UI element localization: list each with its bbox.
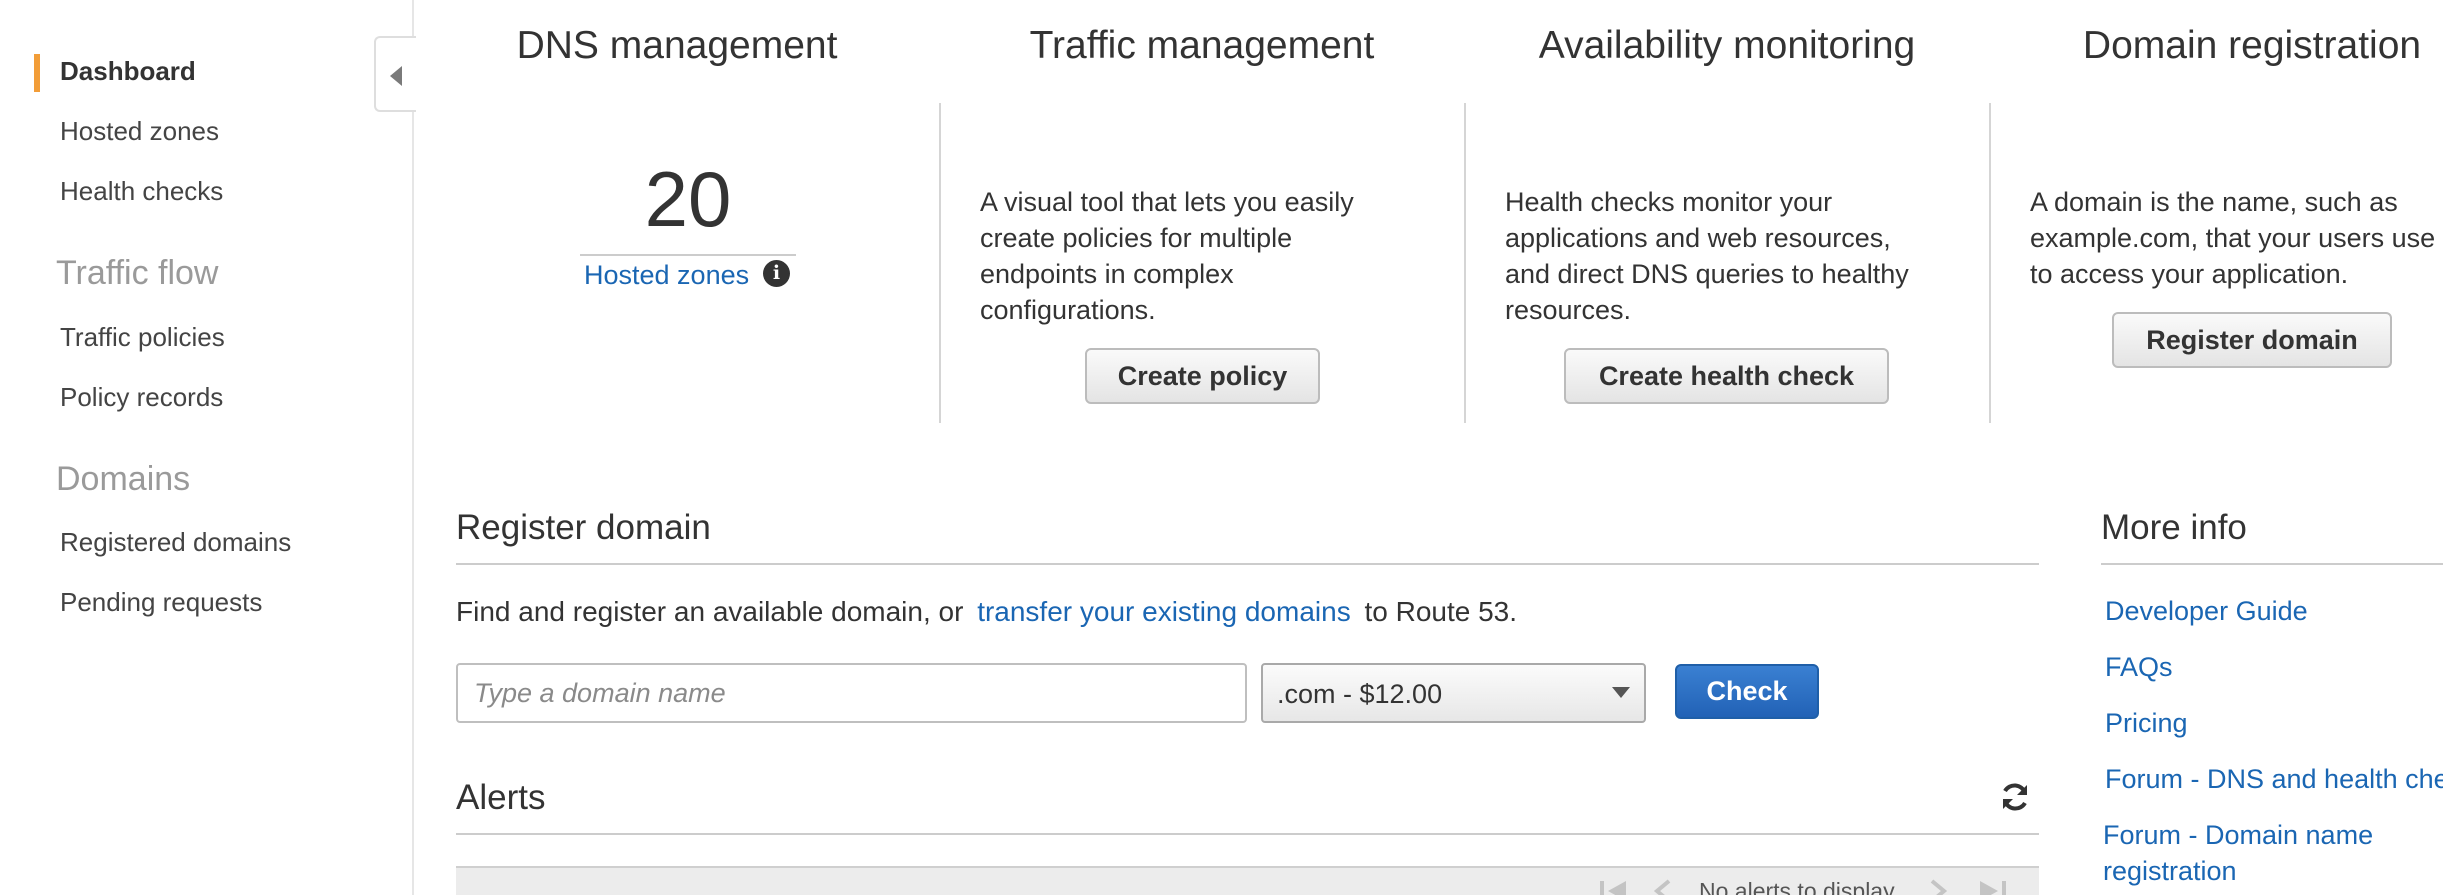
- section-divider: [2101, 563, 2443, 565]
- count-underline: [580, 254, 796, 256]
- card-divider: [1464, 103, 1466, 423]
- tld-select[interactable]: .com - $12.00: [1261, 663, 1646, 723]
- previous-page-icon[interactable]: [1651, 878, 1675, 895]
- register-domain-text: Find and register an available domain, o…: [456, 596, 1517, 628]
- register-text-before: Find and register an available domain, o…: [456, 596, 964, 627]
- sidebar-item-pending-requests[interactable]: Pending requests: [60, 587, 262, 618]
- sidebar-item-registered-domains[interactable]: Registered domains: [60, 527, 291, 558]
- availability-monitoring-description: Health checks monitor your applications …: [1505, 187, 1909, 325]
- card-title-availability-monitoring: Availability monitoring: [1538, 24, 1916, 67]
- chevron-left-icon: [390, 66, 402, 86]
- active-indicator: [34, 54, 40, 92]
- sidebar-item-traffic-policies[interactable]: Traffic policies: [60, 322, 225, 353]
- no-alerts-text: No alerts to display: [1699, 878, 1895, 895]
- card-divider: [1989, 103, 1991, 423]
- sidebar-item-health-checks[interactable]: Health checks: [60, 176, 223, 207]
- card-title-domain-registration: Domain registration: [2082, 24, 2422, 67]
- first-page-icon[interactable]: [1596, 878, 1630, 895]
- alerts-pager-bar: No alerts to display: [456, 866, 2039, 895]
- hosted-zones-count: 20: [644, 155, 732, 243]
- more-info-heading: More info: [2101, 508, 2247, 547]
- card-title-dns-management: DNS management: [516, 24, 838, 67]
- create-health-check-button[interactable]: Create health check: [1564, 348, 1889, 404]
- alerts-heading: Alerts: [456, 778, 546, 817]
- chevron-down-icon: [1612, 687, 1630, 698]
- hosted-zones-link[interactable]: Hosted zones: [584, 260, 749, 291]
- sidebar-item-hosted-zones[interactable]: Hosted zones: [60, 116, 219, 147]
- domain-registration-description: A domain is the name, such as example.co…: [2030, 187, 2436, 289]
- refresh-icon[interactable]: [1998, 780, 2032, 814]
- section-divider: [456, 833, 2039, 835]
- last-page-icon[interactable]: [1976, 878, 2010, 895]
- sidebar-item-policy-records[interactable]: Policy records: [60, 382, 223, 413]
- sidebar-item-dashboard[interactable]: Dashboard: [60, 56, 196, 87]
- register-text-after: to Route 53.: [1364, 596, 1518, 627]
- developer-guide-link[interactable]: Developer Guide: [2105, 593, 2308, 629]
- info-icon[interactable]: i: [763, 260, 790, 287]
- check-button[interactable]: Check: [1675, 664, 1819, 719]
- card-title-traffic-management: Traffic management: [1029, 24, 1375, 67]
- traffic-management-description: A visual tool that lets you easily creat…: [980, 187, 1354, 325]
- pricing-link[interactable]: Pricing: [2105, 705, 2188, 741]
- card-divider: [939, 103, 941, 423]
- section-divider: [456, 563, 2039, 565]
- register-domain-heading: Register domain: [456, 508, 711, 547]
- domain-name-input[interactable]: [456, 663, 1247, 723]
- create-policy-button[interactable]: Create policy: [1085, 348, 1320, 404]
- faqs-link[interactable]: FAQs: [2105, 649, 2173, 685]
- sidebar-section-domains: Domains: [56, 460, 191, 498]
- tld-select-value: .com - $12.00: [1277, 679, 1443, 709]
- transfer-domains-link[interactable]: transfer your existing domains: [977, 596, 1351, 627]
- sidebar: Dashboard Hosted zones Health checks Tra…: [0, 0, 414, 895]
- next-page-icon[interactable]: [1926, 878, 1950, 895]
- sidebar-collapse-button[interactable]: [374, 36, 416, 112]
- sidebar-section-traffic-flow: Traffic flow: [56, 254, 219, 292]
- register-domain-button[interactable]: Register domain: [2112, 312, 2392, 368]
- forum-dns-health-checks-link[interactable]: Forum - DNS and health checks: [2105, 761, 2443, 797]
- forum-domain-registration-link[interactable]: Forum - Domain name registration: [2103, 817, 2441, 889]
